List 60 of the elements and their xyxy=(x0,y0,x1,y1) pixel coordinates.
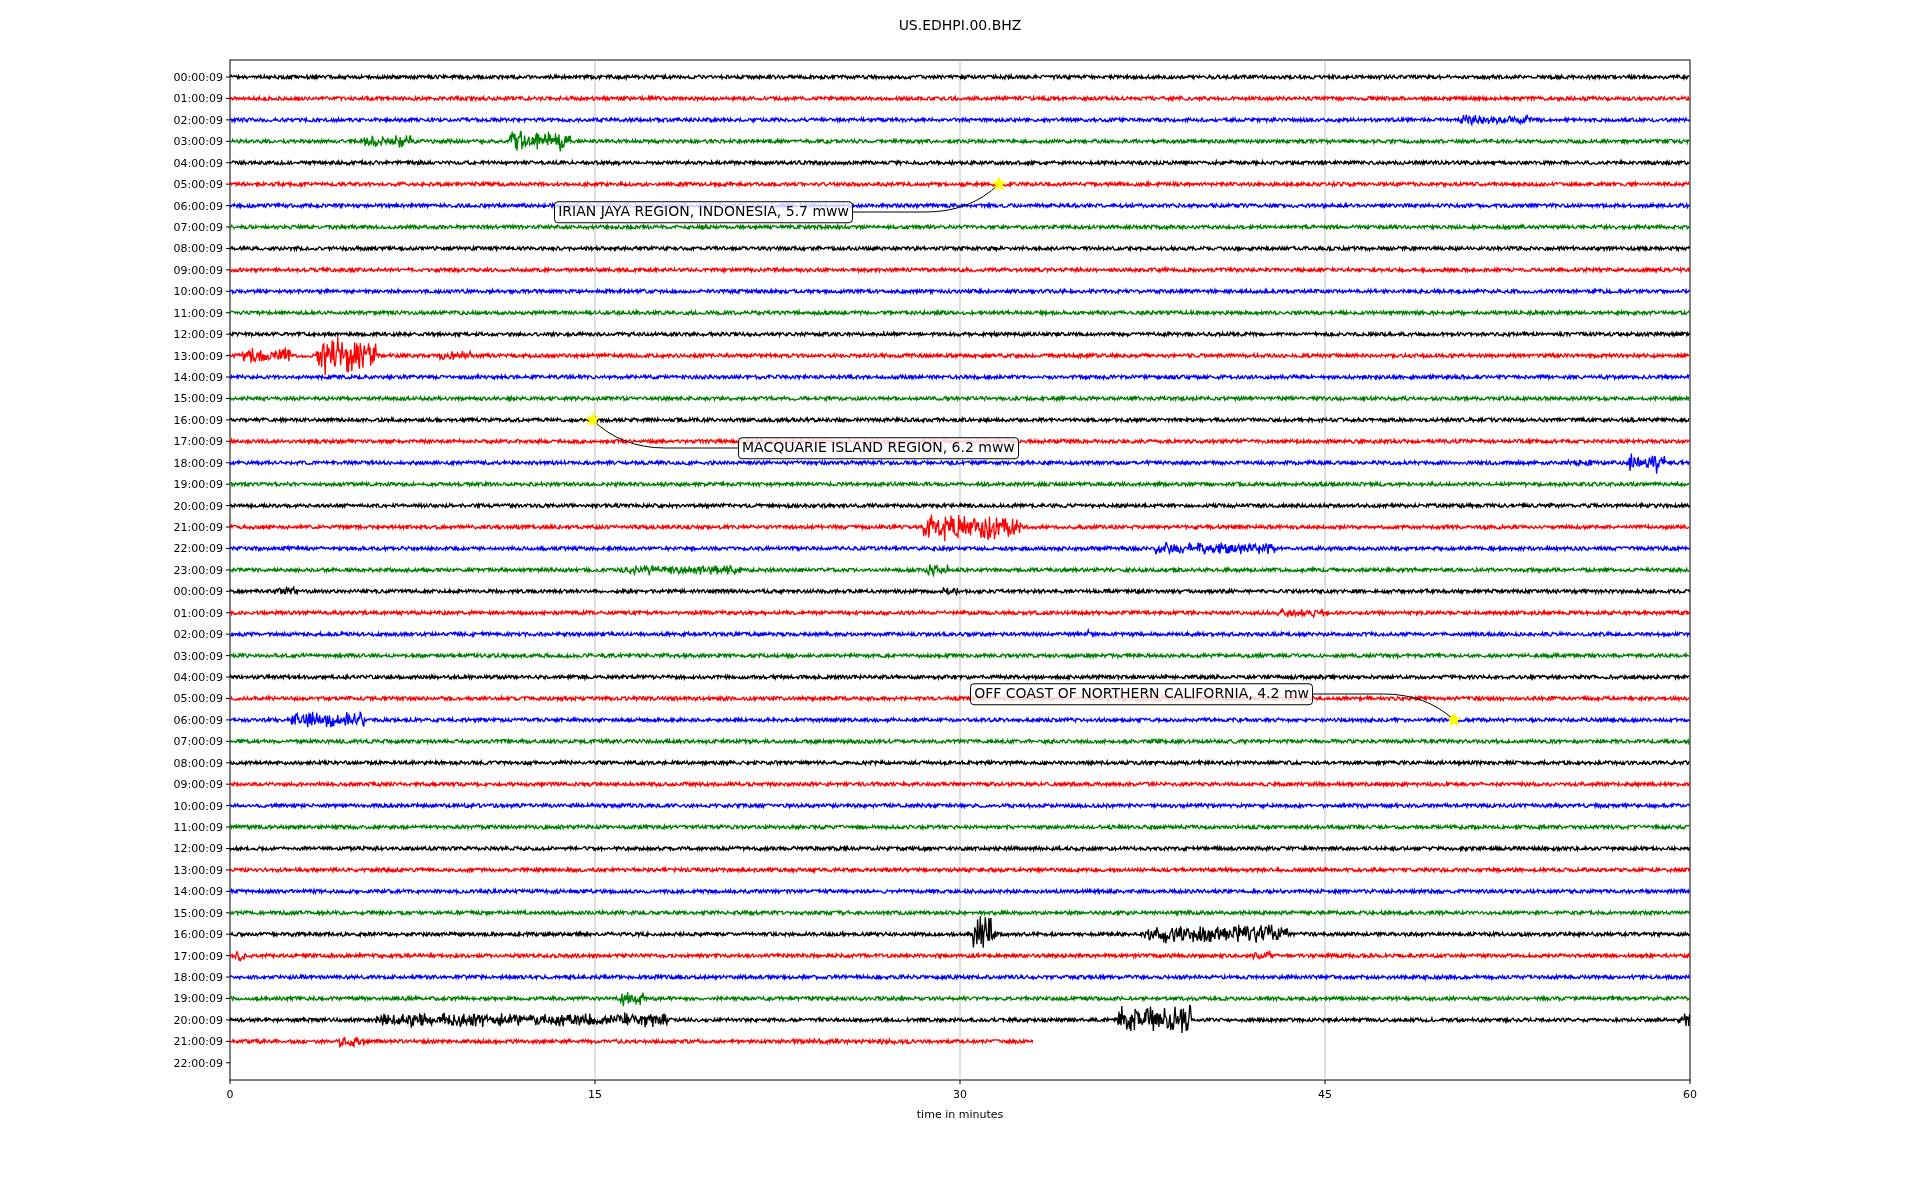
y-tick-label: 17:00:09 xyxy=(173,435,223,449)
y-tick-label: 08:00:09 xyxy=(173,242,223,256)
y-tick-label: 12:00:09 xyxy=(173,328,223,342)
y-tick-label: 04:00:09 xyxy=(173,156,223,170)
event-label: MACQUARIE ISLAND REGION, 6.2 mww xyxy=(738,437,1019,459)
y-tick-label: 11:00:09 xyxy=(173,821,223,835)
y-tick-label: 06:00:09 xyxy=(173,199,223,213)
y-tick-label: 09:00:09 xyxy=(173,778,223,792)
y-tick-label: 21:00:09 xyxy=(173,1035,223,1049)
y-tick-label: 11:00:09 xyxy=(173,306,223,320)
y-tick-label: 23:00:09 xyxy=(173,563,223,577)
y-tick-label: 00:00:09 xyxy=(173,71,223,84)
y-tick-label: 12:00:09 xyxy=(173,842,223,856)
y-tick-label: 14:00:09 xyxy=(173,371,223,384)
x-axis-label: time in minutes xyxy=(916,1108,1004,1121)
y-tick-label: 02:00:09 xyxy=(173,113,223,127)
y-tick-label: 17:00:09 xyxy=(173,949,223,963)
y-tick-label: 10:00:09 xyxy=(173,285,223,299)
y-tick-label: 03:00:09 xyxy=(173,135,223,149)
y-tick-label: 07:00:09 xyxy=(173,735,223,749)
y-tick-label: 08:00:09 xyxy=(173,756,223,770)
x-tick-label: 15 xyxy=(588,1088,602,1101)
star-marker xyxy=(585,411,601,427)
y-tick-label: 21:00:09 xyxy=(173,521,223,535)
y-tick-label: 20:00:09 xyxy=(173,1013,223,1027)
y-tick-label: 09:00:09 xyxy=(173,263,223,277)
y-tick-label: 07:00:09 xyxy=(173,221,223,234)
y-tick-label: 15:00:09 xyxy=(173,392,223,406)
x-tick-label: 0 xyxy=(226,1088,234,1101)
star-marker xyxy=(991,176,1007,191)
y-tick-label: 01:00:09 xyxy=(173,606,223,620)
y-tick-label: 05:00:09 xyxy=(173,692,223,706)
x-tick-label: 60 xyxy=(1683,1088,1697,1101)
y-tick-label: 16:00:09 xyxy=(173,928,223,942)
x-tick-label: 45 xyxy=(1318,1088,1332,1101)
y-tick-label: 19:00:09 xyxy=(173,992,223,1006)
y-tick-label: 01:00:09 xyxy=(173,92,223,106)
y-tick-label: 15:00:09 xyxy=(173,906,223,920)
y-tick-label: 20:00:09 xyxy=(173,499,223,513)
y-tick-label: 00:00:09 xyxy=(173,585,223,599)
event-label: OFF COAST OF NORTHERN CALIFORNIA, 4.2 mw xyxy=(970,683,1313,705)
y-tick-label: 04:00:09 xyxy=(173,671,223,685)
y-tick-label: 10:00:09 xyxy=(173,799,223,813)
y-tick-label: 02:00:09 xyxy=(173,628,223,642)
y-tick-label: 22:00:09 xyxy=(173,1056,223,1070)
y-tick-label: 19:00:09 xyxy=(173,478,223,492)
y-tick-label: 22:00:09 xyxy=(173,542,223,556)
y-tick-label: 06:00:09 xyxy=(173,713,223,727)
chart-title: US.EDHPI.00.BHZ xyxy=(898,15,1022,35)
y-tick-label: 18:00:09 xyxy=(173,971,223,985)
x-tick-label: 30 xyxy=(953,1088,967,1101)
y-tick-label: 18:00:09 xyxy=(173,456,223,470)
y-tick-label: 13:00:09 xyxy=(173,863,223,877)
y-tick-label: 05:00:09 xyxy=(173,178,223,192)
event-label: IRIAN JAYA REGION, INDONESIA, 5.7 mww xyxy=(554,201,853,223)
y-tick-label: 16:00:09 xyxy=(173,413,223,427)
star-marker xyxy=(1446,711,1462,727)
y-tick-label: 13:00:09 xyxy=(173,349,223,363)
y-tick-label: 03:00:09 xyxy=(173,649,223,663)
y-tick-label: 14:00:09 xyxy=(173,885,223,899)
